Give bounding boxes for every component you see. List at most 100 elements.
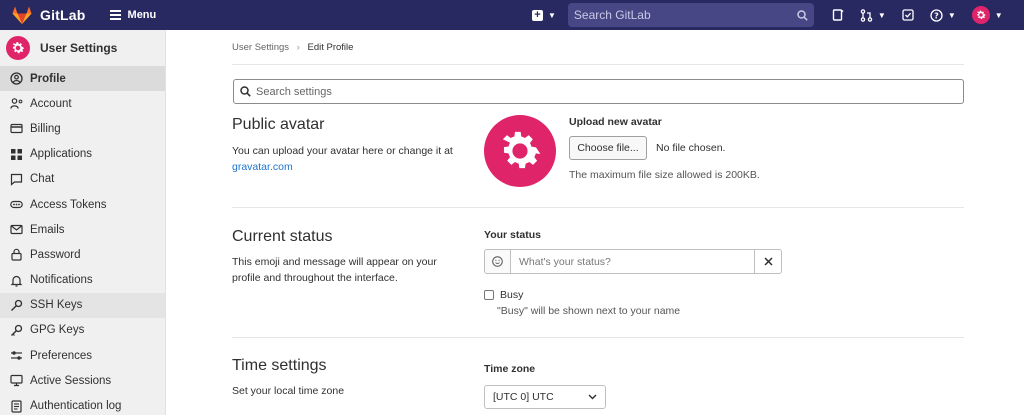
gear-icon (976, 10, 986, 19)
busy-checkbox[interactable] (484, 290, 494, 300)
current-status-title: Current status (232, 228, 333, 245)
sidebar-item-chat[interactable]: Chat (0, 167, 165, 192)
sidebar-item-label: Emails (30, 223, 65, 236)
chevron-down-icon: ▼ (877, 10, 886, 20)
sidebar-item-applications[interactable]: Applications (0, 142, 165, 167)
user-settings-avatar (6, 36, 30, 60)
breadcrumb-current: Edit Profile (307, 42, 354, 53)
chat-icon (10, 173, 23, 186)
key-icon (10, 324, 23, 337)
sidebar-item-notifications[interactable]: Notifications (0, 268, 165, 293)
sidebar-header[interactable]: User Settings (0, 30, 165, 66)
top-navbar: GitLab Menu + ▼ Search GitLab ▼ ? ▼ ▼ (0, 0, 1024, 30)
sidebar-item-label: Billing (30, 122, 61, 135)
sidebar-item-gpg-keys[interactable]: GPG Keys (0, 318, 165, 343)
divider (232, 207, 964, 208)
sidebar-item-label: Applications (30, 148, 93, 161)
divider (232, 337, 964, 338)
profile-icon (10, 72, 23, 85)
gravatar-link[interactable]: gravatar.com (232, 161, 293, 173)
todos-icon[interactable] (902, 9, 914, 21)
gitlab-logo-icon (12, 6, 32, 24)
sidebar-item-label: Account (30, 97, 72, 110)
sidebar-item-label: Password (30, 248, 81, 261)
global-search[interactable]: Search GitLab (567, 3, 814, 27)
issues-icon[interactable] (832, 9, 844, 21)
upload-avatar-label: Upload new avatar (569, 116, 662, 128)
key-icon (10, 299, 23, 312)
sidebar-item-access-tokens[interactable]: Access Tokens (0, 192, 165, 217)
sidebar-item-active-sessions[interactable]: Active Sessions (0, 368, 165, 393)
svg-text:?: ? (934, 11, 939, 20)
emoji-picker-button[interactable] (484, 249, 511, 274)
gitlab-home-link[interactable]: GitLab (12, 6, 86, 24)
log-icon (10, 399, 23, 413)
no-file-chosen-text: No file chosen. (656, 142, 726, 154)
menu-button[interactable]: Menu (109, 8, 156, 22)
sidebar-item-label: Profile (30, 72, 66, 85)
sidebar-item-label: Notifications (30, 274, 93, 287)
clear-status-button[interactable] (755, 249, 782, 274)
lock-icon (10, 248, 23, 262)
brand-name: GitLab (40, 7, 86, 23)
sidebar-item-password[interactable]: Password (0, 242, 165, 267)
bell-icon (10, 274, 23, 287)
sidebar-item-profile[interactable]: Profile (0, 66, 165, 92)
search-icon (797, 9, 808, 21)
busy-help-text: "Busy" will be shown next to your name (497, 305, 681, 317)
current-avatar (484, 115, 556, 187)
your-status-label: Your status (484, 229, 541, 241)
plus-icon: + (532, 9, 543, 21)
settings-search[interactable] (233, 79, 964, 104)
gear-icon (12, 42, 25, 54)
sidebar-item-label: Access Tokens (30, 198, 107, 211)
time-zone-label: Time zone (484, 363, 536, 375)
sidebar-item-emails[interactable]: Emails (0, 217, 165, 242)
busy-label: Busy (500, 289, 524, 301)
merge-requests-icon[interactable]: ▼ (860, 8, 886, 22)
mail-icon (10, 223, 23, 236)
sidebar-item-billing[interactable]: Billing (0, 116, 165, 141)
preferences-icon (10, 349, 23, 362)
billing-icon (10, 122, 23, 135)
status-input-group (484, 249, 782, 274)
help-icon[interactable]: ? ▼ (930, 8, 956, 22)
chevron-down-icon: ▼ (994, 10, 1003, 20)
smiley-icon (492, 256, 503, 267)
main-content: User Settings › Edit Profile Public avat… (166, 30, 1024, 415)
divider (232, 64, 964, 65)
sidebar-item-label: Chat (30, 173, 55, 186)
public-avatar-description: You can upload your avatar here or chang… (232, 143, 472, 175)
chevron-down-icon (588, 394, 597, 400)
sidebar-item-label: Authentication log (30, 400, 122, 413)
chevron-down-icon: ▼ (947, 10, 956, 20)
time-zone-select[interactable]: [UTC 0] UTC (484, 385, 606, 409)
status-message-input[interactable] (519, 255, 739, 268)
token-icon (10, 198, 23, 211)
status-message-field[interactable] (511, 249, 755, 274)
busy-checkbox-row[interactable]: Busy (484, 289, 523, 301)
global-search-placeholder: Search GitLab (573, 8, 651, 22)
settings-search-input[interactable] (256, 85, 936, 98)
current-status-description: This emoji and message will appear on yo… (232, 256, 437, 284)
sidebar-item-preferences[interactable]: Preferences (0, 343, 165, 368)
user-menu[interactable]: ▼ (971, 6, 1003, 24)
breadcrumb-parent[interactable]: User Settings (232, 42, 289, 53)
time-zone-value: [UTC 0] UTC (493, 391, 554, 403)
choose-file-button[interactable]: Choose file... (569, 136, 647, 160)
sidebar-item-ssh-keys[interactable]: SSH Keys (0, 292, 165, 318)
time-settings-title: Time settings (232, 357, 327, 374)
applications-icon (10, 148, 23, 161)
breadcrumb: User Settings › Edit Profile (232, 42, 353, 53)
max-file-size-note: The maximum file size allowed is 200KB. (569, 169, 760, 181)
sidebar-item-label: Active Sessions (30, 374, 112, 387)
chevron-down-icon: ▼ (548, 10, 556, 20)
search-icon (240, 86, 251, 97)
user-avatar (971, 6, 990, 24)
sidebar-item-label: GPG Keys (30, 324, 85, 337)
breadcrumb-separator-icon: › (296, 42, 300, 53)
hamburger-icon (109, 8, 121, 22)
public-avatar-title: Public avatar (232, 116, 325, 133)
create-new-button[interactable]: + ▼ (532, 9, 556, 21)
sidebar-item-account[interactable]: Account (0, 91, 165, 116)
